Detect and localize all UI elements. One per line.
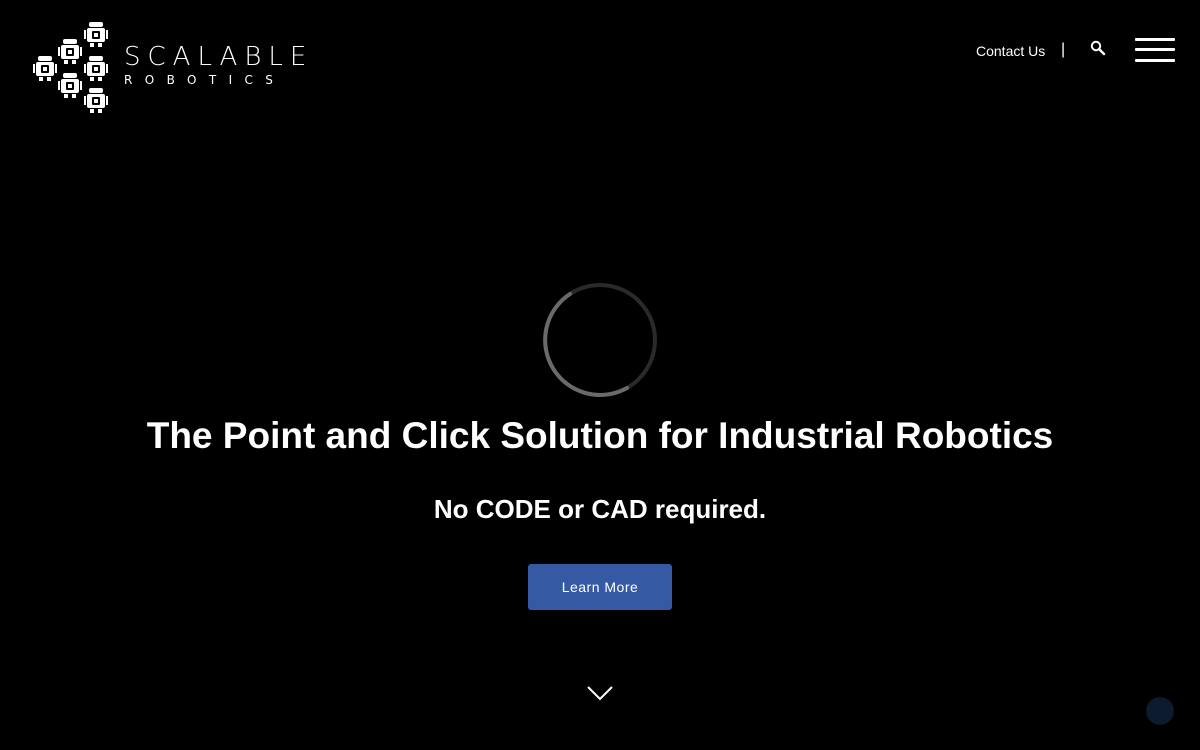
- page: SCALABLE ROBOTICS Contact Us | The Point…: [0, 0, 1200, 750]
- chat-bubble-icon[interactable]: [1146, 697, 1174, 725]
- learn-more-button[interactable]: Learn More: [528, 564, 672, 610]
- hero-title: The Point and Click Solution for Industr…: [146, 415, 1054, 456]
- robot-cluster-icon: [33, 22, 108, 113]
- loading-spinner-icon: [543, 283, 657, 397]
- nav-separator: |: [1061, 41, 1066, 58]
- brand-logo[interactable]: SCALABLE ROBOTICS: [30, 18, 313, 114]
- contact-us-link[interactable]: Contact Us: [976, 43, 1045, 59]
- brand-name: SCALABLE: [124, 42, 314, 72]
- brand-subtitle: ROBOTICS: [124, 73, 286, 87]
- brand-text: SCALABLE ROBOTICS: [124, 44, 313, 88]
- chevron-down-icon[interactable]: [586, 684, 614, 702]
- search-icon[interactable]: [1090, 40, 1106, 56]
- hamburger-menu-icon[interactable]: [1135, 38, 1175, 64]
- hero-subtitle: No CODE or CAD required.: [433, 494, 767, 524]
